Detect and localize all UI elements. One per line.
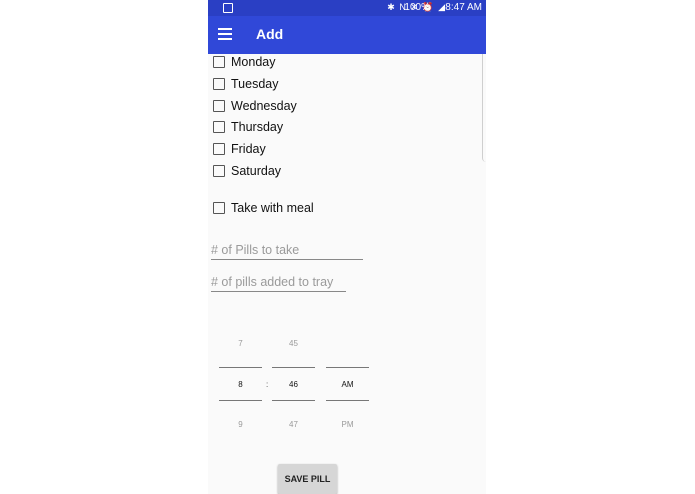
picker-divider bbox=[326, 400, 369, 401]
meal-label: Take with meal bbox=[231, 201, 314, 215]
save-pill-button[interactable]: SAVE PILL bbox=[278, 464, 337, 494]
checkbox-icon[interactable] bbox=[213, 100, 225, 112]
minute-value[interactable]: 46 bbox=[272, 380, 315, 389]
picker-divider bbox=[219, 367, 262, 368]
picker-divider bbox=[272, 367, 315, 368]
checkbox-icon[interactable] bbox=[213, 165, 225, 177]
minute-next[interactable]: 47 bbox=[272, 420, 315, 429]
day-checkbox-wednesday[interactable]: Wednesday bbox=[213, 96, 297, 116]
minute-prev[interactable]: 45 bbox=[272, 339, 315, 348]
day-checkbox-monday[interactable]: Monday bbox=[213, 52, 275, 72]
phone-screen: ✱ N ✕ ⏰ ◢ 100% 8:47 AM Add Monday Tuesda… bbox=[208, 0, 486, 494]
picker-divider bbox=[219, 400, 262, 401]
day-label: Tuesday bbox=[231, 77, 279, 91]
day-checkbox-saturday[interactable]: Saturday bbox=[213, 161, 281, 181]
hour-value[interactable]: 8 bbox=[219, 380, 262, 389]
checkbox-icon[interactable] bbox=[213, 202, 225, 214]
checkbox-icon[interactable] bbox=[213, 143, 225, 155]
battery-level: 100% bbox=[404, 2, 430, 13]
scrollbar[interactable] bbox=[482, 54, 486, 162]
ampm-value[interactable]: AM bbox=[326, 380, 369, 389]
page-title: Add bbox=[256, 26, 284, 42]
day-label: Thursday bbox=[231, 120, 284, 134]
gallery-notification-icon bbox=[223, 3, 233, 13]
picker-divider bbox=[272, 400, 315, 401]
day-label: Saturday bbox=[231, 164, 282, 178]
status-bar: ✱ N ✕ ⏰ ◢ 100% 8:47 AM bbox=[208, 0, 486, 16]
checkbox-icon[interactable] bbox=[213, 121, 225, 133]
app-bar: Add bbox=[208, 16, 486, 54]
take-with-meal-checkbox[interactable]: Take with meal bbox=[213, 198, 314, 218]
day-label: Wednesday bbox=[231, 99, 297, 113]
ampm-next[interactable]: PM bbox=[326, 420, 369, 429]
hour-prev[interactable]: 7 bbox=[219, 339, 262, 348]
minute-picker[interactable]: 45 46 47 bbox=[272, 332, 315, 452]
status-clock: 8:47 AM bbox=[445, 2, 482, 13]
checkbox-icon[interactable] bbox=[213, 78, 225, 90]
menu-icon[interactable] bbox=[218, 28, 232, 40]
day-checkbox-friday[interactable]: Friday bbox=[213, 139, 266, 159]
pills-to-take-input[interactable]: # of Pills to take bbox=[211, 243, 363, 260]
hour-next[interactable]: 9 bbox=[219, 420, 262, 429]
add-form: Monday Tuesday Wednesday Thursday Friday… bbox=[208, 54, 486, 494]
hour-picker[interactable]: 7 8 9 bbox=[219, 332, 262, 452]
day-label: Monday bbox=[231, 55, 276, 69]
ampm-picker[interactable]: AM PM bbox=[326, 332, 369, 452]
pills-added-input[interactable]: # of pills added to tray bbox=[211, 275, 346, 292]
day-checkbox-tuesday[interactable]: Tuesday bbox=[213, 74, 278, 94]
checkbox-icon[interactable] bbox=[213, 56, 225, 68]
picker-divider bbox=[326, 367, 369, 368]
day-checkbox-thursday[interactable]: Thursday bbox=[213, 117, 283, 137]
time-separator: : bbox=[266, 380, 269, 389]
day-label: Friday bbox=[231, 142, 266, 156]
